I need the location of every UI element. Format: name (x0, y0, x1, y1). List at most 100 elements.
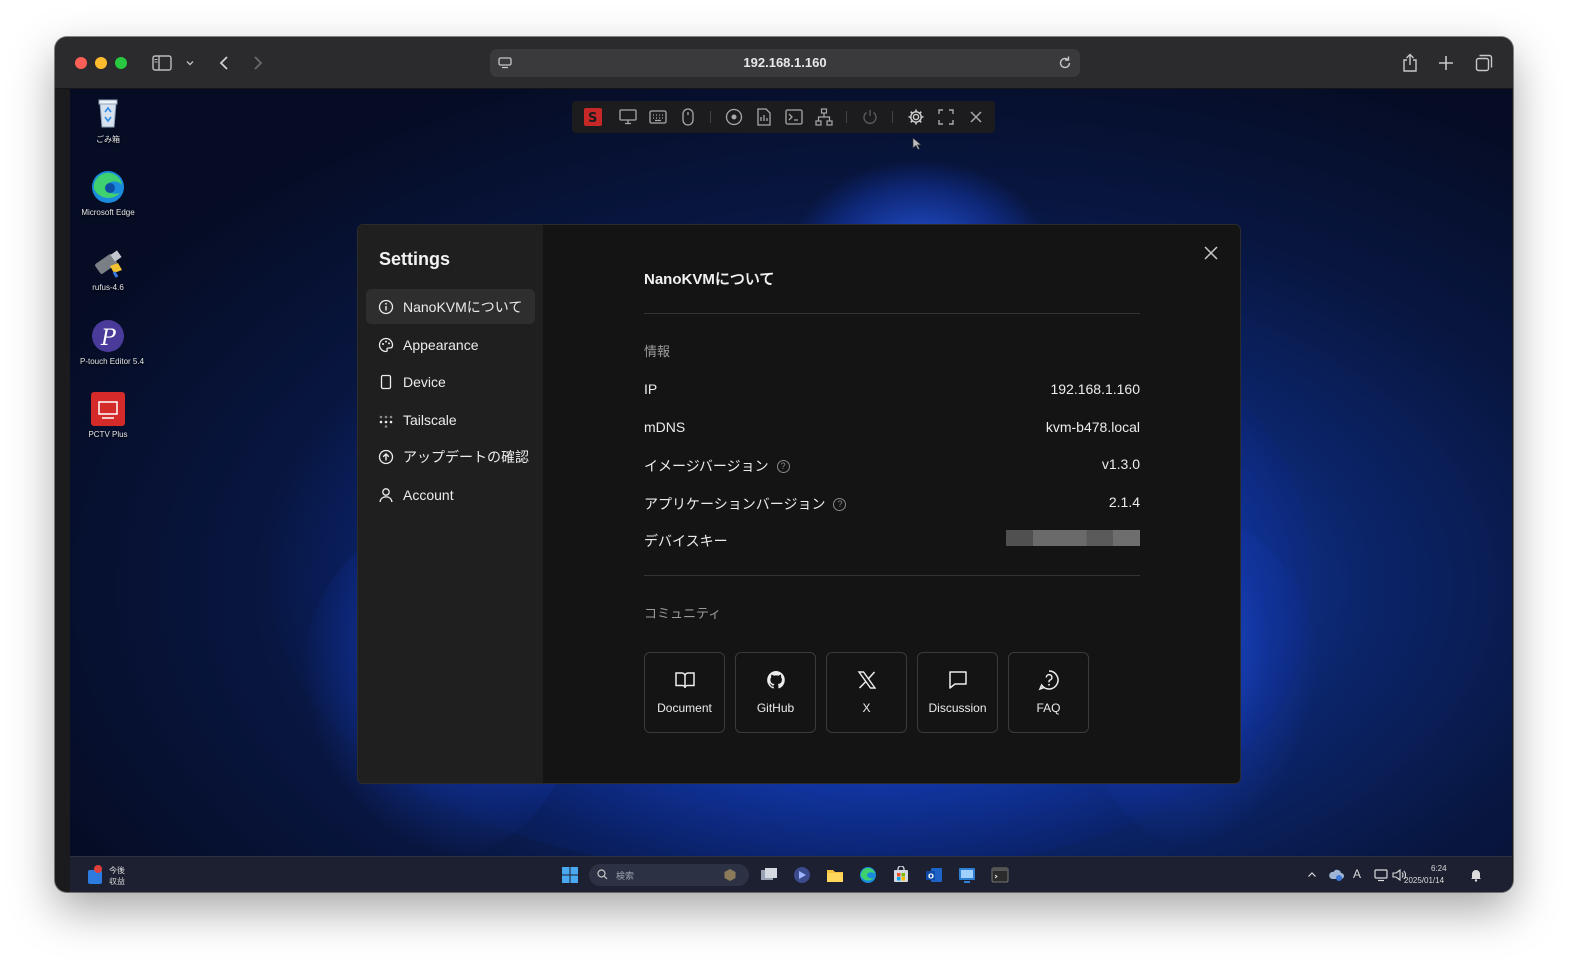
info-value: 192.168.1.160 (1050, 381, 1140, 397)
chat-icon (949, 671, 967, 689)
help-icon[interactable]: ? (776, 459, 790, 473)
info-row-app-version: アプリケーションバージョン? 2.1.4 (644, 494, 1140, 514)
search-icon (597, 869, 608, 880)
info-key: IP (644, 381, 658, 397)
address-bar[interactable]: 192.168.1.160 (490, 49, 1080, 77)
update-icon (378, 449, 394, 464)
faq-button[interactable]: FAQ (1008, 652, 1089, 733)
new-tab-icon[interactable] (1434, 51, 1458, 75)
info-key: イメージバージョン? (644, 456, 790, 476)
task-view-icon[interactable] (760, 866, 778, 884)
remote-desktop-view[interactable]: ごみ箱 Microsoft Edge rufus-4.6 P P-touch E… (70, 89, 1512, 892)
sidebar-item-about[interactable]: NanoKVMについて (366, 289, 535, 324)
sidebar-item-label: Account (403, 486, 454, 503)
document-button[interactable]: Document (644, 652, 725, 733)
terminal-app-icon[interactable] (991, 866, 1009, 884)
info-section-heading: 情報 (644, 344, 671, 359)
desktop-icon-ptouch[interactable]: P P-touch Editor 5.4 (80, 318, 144, 366)
desktop-icon-pctv[interactable]: PCTV Plus (80, 391, 136, 439)
share-icon[interactable] (1398, 51, 1422, 75)
sidebar-item-label: Device (403, 373, 446, 390)
gear-icon[interactable] (907, 108, 925, 126)
screen-icon[interactable] (619, 108, 637, 126)
edge-taskbar-icon[interactable] (859, 866, 877, 884)
help-icon[interactable]: ? (833, 497, 847, 511)
widget-text-line1: 今後 (109, 866, 125, 875)
x-logo-icon (857, 671, 877, 689)
info-icon (378, 299, 394, 314)
desktop-icon-rufus[interactable]: rufus-4.6 (80, 244, 136, 292)
browser-titlebar: 192.168.1.160 (55, 37, 1513, 89)
store-icon[interactable] (892, 866, 910, 884)
remote-app-icon[interactable] (958, 866, 976, 884)
info-row-mdns: mDNS kvm-b478.local (644, 419, 1140, 439)
info-row-image-version: イメージバージョン? v1.3.0 (644, 456, 1140, 476)
svg-text:O: O (928, 873, 934, 881)
sidebar-toggle-icon[interactable] (150, 51, 174, 75)
user-icon (379, 487, 393, 502)
record-icon[interactable] (725, 108, 743, 126)
info-key: デバイスキー (644, 533, 728, 549)
discussion-button[interactable]: Discussion (917, 652, 998, 733)
dialog-close-icon[interactable] (1202, 244, 1220, 262)
svg-text:S: S (588, 111, 597, 126)
browser-window: 192.168.1.160 ごみ箱 Microsoft Edge rufus-4… (55, 37, 1513, 892)
fullscreen-icon[interactable] (937, 108, 955, 126)
outlook-icon[interactable]: O (925, 866, 943, 884)
github-icon (767, 671, 785, 689)
forward-icon[interactable] (246, 51, 270, 75)
image-mount-icon[interactable] (755, 108, 773, 126)
power-icon[interactable] (861, 108, 879, 126)
search-highlight-icon (724, 869, 736, 881)
sidebar-item-device[interactable]: Device (366, 364, 535, 399)
tab-overview-icon[interactable] (1472, 51, 1496, 75)
sidebar-item-update[interactable]: アップデートの確認 (366, 439, 535, 474)
onedrive-icon[interactable] (1328, 867, 1344, 883)
zoom-window-button[interactable] (115, 57, 127, 69)
network-icon[interactable] (815, 108, 833, 126)
reload-icon[interactable] (1056, 54, 1074, 72)
copilot-icon[interactable] (793, 866, 811, 884)
chevron-up-icon[interactable] (1307, 870, 1317, 880)
notification-bell-icon[interactable] (1469, 868, 1483, 882)
sidebar-item-account[interactable]: Account (366, 477, 535, 512)
x-button[interactable]: X (826, 652, 907, 733)
minimize-window-button[interactable] (95, 57, 107, 69)
nanokvm-logo-icon[interactable]: S (584, 108, 602, 126)
widget-text-line2: 収益 (109, 877, 125, 886)
chevron-down-icon[interactable] (178, 51, 202, 75)
windows-start-icon[interactable] (561, 866, 579, 884)
redacted-device-key (1006, 530, 1140, 546)
palette-icon (378, 337, 394, 352)
sidebar-item-appearance[interactable]: Appearance (366, 327, 535, 362)
widgets-icon[interactable] (86, 864, 104, 886)
info-key: アプリケーションバージョン? (644, 494, 847, 514)
cursor-icon (912, 137, 922, 150)
about-panel: NanoKVMについて 情報 IP 192.168.1.160 mDNS kvm… (644, 225, 1140, 783)
recycle-bin-icon (90, 95, 126, 131)
book-icon (675, 672, 695, 689)
settings-title: Settings (379, 249, 451, 269)
kvm-toolbar: S (572, 101, 995, 133)
network-tray-icon[interactable] (1373, 867, 1389, 883)
taskbar-search[interactable]: 検索 (589, 864, 749, 886)
usb-drive-icon (90, 244, 126, 280)
file-explorer-icon[interactable] (826, 866, 844, 884)
back-icon[interactable] (212, 51, 236, 75)
mouse-icon[interactable] (679, 108, 697, 126)
close-icon[interactable] (967, 108, 985, 126)
keyboard-icon[interactable] (649, 108, 667, 126)
ime-indicator[interactable]: A (1353, 867, 1361, 881)
sidebar-item-tailscale[interactable]: Tailscale (366, 402, 535, 437)
clock-date[interactable]: 2025/01/14 (1404, 876, 1444, 885)
info-row-device-key: デバイスキー (644, 530, 1140, 551)
terminal-icon[interactable] (785, 108, 803, 126)
desktop-icon-edge[interactable]: Microsoft Edge (80, 169, 136, 217)
github-button[interactable]: GitHub (735, 652, 816, 733)
settings-sidebar: Settings NanoKVMについて Appearance Device T… (358, 225, 543, 783)
desktop-icon-recycle-bin[interactable]: ごみ箱 (80, 95, 136, 145)
panel-title: NanoKVMについて (644, 271, 775, 288)
close-window-button[interactable] (75, 57, 87, 69)
clock-time[interactable]: 6:24 (1431, 864, 1447, 873)
ptouch-icon: P (90, 318, 126, 354)
